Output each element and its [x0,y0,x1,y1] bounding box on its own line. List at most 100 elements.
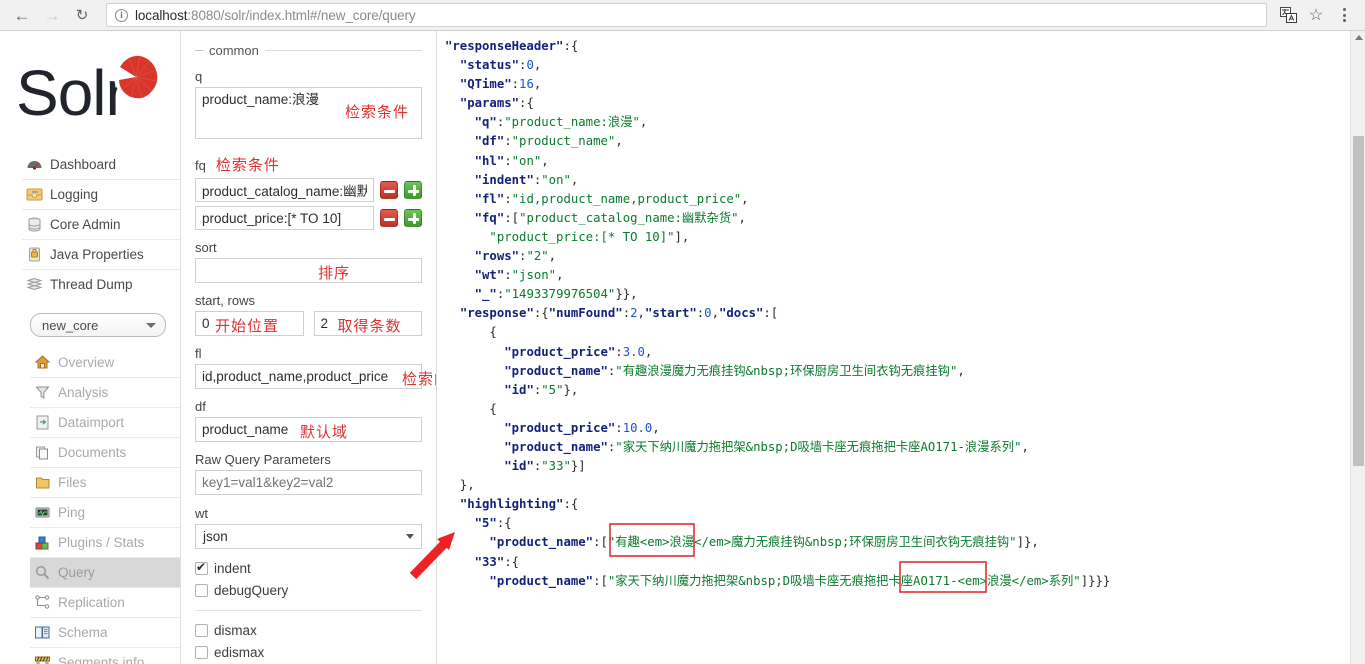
core-selector-value: new_core [42,317,99,333]
kebab-menu-icon[interactable] [1331,2,1357,28]
home-icon [34,354,51,371]
sidebar-item-label: Dashboard [50,156,117,172]
url-text: localhost:8080/solr/index.html#/new_core… [135,8,416,23]
svg-text:Solr: Solr [16,57,127,127]
edismax-checkbox[interactable] [195,645,208,659]
sidebar-item-dataimport[interactable]: Dataimport [30,407,180,437]
fq-add-button-2[interactable] [404,209,422,227]
site-info-icon[interactable]: i [115,8,128,22]
funnel-icon [34,384,51,401]
legend-dash-icon [195,50,203,51]
sidebar-item-thread-dump[interactable]: Thread Dump [22,269,180,299]
fq-label: fq [195,158,206,173]
browser-toolbar: ← → ↻ i localhost:8080/solr/index.html#/… [0,0,1365,31]
forward-arrow-icon: → [43,5,61,25]
star-icon[interactable]: ☆ [1303,2,1329,28]
sidebar-item-dashboard[interactable]: Dashboard [22,149,180,179]
fl-input[interactable] [195,364,422,389]
address-bar[interactable]: i localhost:8080/solr/index.html#/new_co… [106,3,1267,27]
reload-icon[interactable]: ↻ [68,2,96,28]
core-admin-icon [26,216,43,233]
edismax-checkbox-row[interactable]: edismax [195,641,422,663]
magnifier-icon [34,564,51,581]
debugquery-label: debugQuery [214,582,289,598]
scrollbar-thumb[interactable] [1353,136,1364,466]
debugquery-checkbox[interactable] [195,583,208,597]
sidebar-item-plugins-stats[interactable]: Plugins / Stats [30,527,180,557]
sidebar-item-ping[interactable]: Ping [30,497,180,527]
indent-checkbox[interactable] [195,560,208,575]
translate-icon[interactable] [1275,2,1301,28]
sidebar-item-label: Query [58,565,95,580]
debugquery-checkbox-row[interactable]: debugQuery [195,579,422,601]
query-form-panel: common q 检索条件 fq 检索条件 sort 排序 start, row… [181,31,437,664]
sidebar-item-segments-info[interactable]: Segments info [30,647,180,664]
main-nav: Dashboard Logging Core Admin Java Proper… [0,149,180,299]
fq-input-2[interactable] [195,206,374,230]
raw-query-params-label: Raw Query Parameters [195,452,331,467]
java-properties-icon [26,246,43,263]
start-cell: 开始位置 [195,311,304,336]
df-input[interactable] [195,417,422,442]
legend-label: common [209,43,259,58]
dataimport-icon [34,414,51,431]
sidebar-item-documents[interactable]: Documents [30,437,180,467]
plugins-icon [34,534,51,551]
response-panel: "responseHeader":{ "status":0, "QTime":1… [437,31,1365,664]
sidebar-item-overview[interactable]: Overview [30,347,180,377]
sidebar-item-logging[interactable]: Logging [22,179,180,209]
dismax-checkbox-row[interactable]: dismax [195,619,422,641]
sidebar-item-label: Plugins / Stats [58,535,145,550]
sidebar-item-label: Overview [58,354,115,370]
start-input[interactable] [195,311,304,336]
form-divider [195,610,422,611]
solr-logo[interactable]: Solr [0,31,180,149]
replication-icon [34,594,51,611]
start-rows-row: 开始位置 取得条数 [195,311,422,336]
fl-label: fl [195,346,202,361]
sidebar-item-core-admin[interactable]: Core Admin [22,209,180,239]
scroll-up-arrow-icon[interactable] [1354,35,1363,40]
schema-icon [34,624,51,641]
fq-add-button-1[interactable] [404,181,422,199]
url-path: :8080/solr/index.html#/new_core/query [187,7,416,23]
sidebar-item-label: Documents [58,445,127,460]
documents-icon [34,444,51,461]
rows-input[interactable] [313,311,422,336]
sort-input[interactable] [195,258,422,283]
sidebar-item-label: Core Admin [50,217,121,232]
dismax-checkbox[interactable] [195,623,208,637]
edismax-label: edismax [214,644,265,660]
fq-input-1[interactable] [195,178,374,202]
sidebar-item-label: Java Properties [50,247,144,262]
sidebar-item-label: Files [58,475,87,490]
sidebar-item-analysis[interactable]: Analysis [30,377,180,407]
sidebar-item-replication[interactable]: Replication [30,587,180,617]
q-input[interactable] [195,87,422,139]
fq-label-row: fq 检索条件 [195,154,422,175]
vertical-scrollbar[interactable] [1350,31,1365,664]
wt-select[interactable]: json [195,524,422,549]
url-host: localhost [135,7,188,23]
sidebar-item-label: Schema [58,625,108,640]
sidebar-item-java-properties[interactable]: Java Properties [22,239,180,269]
core-nav: Overview Analysis Dataimport Documents F… [0,347,180,664]
sidebar-item-files[interactable]: Files [30,467,180,497]
raw-query-params-input[interactable] [195,470,422,495]
thread-dump-icon [26,276,43,293]
sidebar-item-query[interactable]: Query [30,557,180,587]
page-body: Solr Dashboard Logging Core Admin Java P… [0,31,1365,664]
core-selector-dropdown[interactable]: new_core [30,313,166,337]
fq-remove-button-2[interactable] [380,209,398,227]
files-icon [34,474,51,491]
dismax-label: dismax [214,622,257,638]
fq-row-1 [195,178,422,202]
q-label: q [195,69,203,84]
indent-checkbox-row[interactable]: indent [195,557,422,579]
dashboard-icon [26,156,43,173]
sort-label: sort [195,240,217,255]
fq-remove-button-1[interactable] [380,181,398,199]
sidebar-item-schema[interactable]: Schema [30,617,180,647]
back-arrow-icon[interactable]: ← [8,2,36,28]
wt-label: wt [195,506,208,521]
